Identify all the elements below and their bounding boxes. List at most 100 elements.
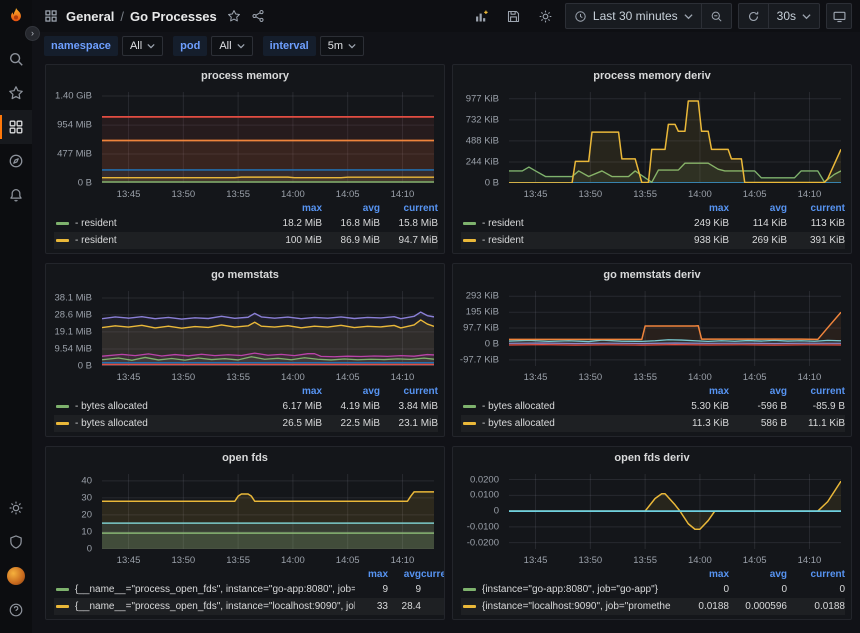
series-color-swatch: [56, 588, 69, 591]
y-axis-labels: 977 KiB732 KiB488 KiB244 KiB0 B: [459, 92, 503, 183]
y-tick-label: 0 B: [485, 338, 499, 349]
sidebar-item-explore[interactable]: [0, 144, 32, 178]
sidebar-item-starred[interactable]: [0, 76, 32, 110]
x-tick-label: 13:55: [226, 555, 250, 566]
legend-row[interactable]: - bytes allocated6.17 MiB4.19 MiB3.84 Mi…: [54, 398, 438, 415]
variable-label[interactable]: namespace: [44, 36, 118, 56]
legend-row[interactable]: - resident18.2 MiB16.8 MiB15.8 MiB: [54, 215, 438, 232]
share-icon[interactable]: [251, 9, 265, 23]
series-color-swatch: [56, 222, 69, 225]
breadcrumb-dashboard-title[interactable]: Go Processes: [130, 9, 217, 24]
legend-col-current[interactable]: current: [787, 386, 845, 397]
legend-col-current[interactable]: current: [787, 569, 845, 580]
refresh-interval-picker[interactable]: 30s: [768, 4, 819, 28]
search-icon: [8, 51, 24, 67]
panel-title[interactable]: go memstats deriv: [453, 264, 851, 285]
add-panel-button[interactable]: [469, 4, 495, 28]
breadcrumb-folder[interactable]: General: [66, 9, 114, 24]
y-tick-label: 0 B: [78, 178, 92, 189]
breadcrumb: General / Go Processes: [66, 9, 217, 24]
legend-col-max[interactable]: max: [264, 203, 322, 214]
zoom-out-time-button[interactable]: [701, 4, 731, 28]
x-tick-label: 14:00: [281, 372, 305, 383]
sidebar-item-alerting[interactable]: [0, 178, 32, 212]
series-color-swatch: [56, 239, 69, 242]
legend-row[interactable]: - bytes allocated11.3 KiB586 B11.1 KiB: [461, 415, 845, 432]
legend-row[interactable]: - resident249 KiB114 KiB113 KiB: [461, 215, 845, 232]
legend-col-avg[interactable]: avg: [729, 386, 787, 397]
legend-row[interactable]: - resident938 KiB269 KiB391 KiB: [461, 232, 845, 249]
x-tick-label: 13:50: [578, 189, 602, 200]
sidebar-item-dashboards[interactable]: [0, 110, 32, 144]
variable-value-dropdown[interactable]: 5m: [320, 36, 364, 56]
y-tick-label: -97.7 KiB: [460, 354, 499, 365]
save-dashboard-button[interactable]: [501, 4, 527, 28]
variable-label[interactable]: interval: [263, 36, 316, 56]
legend-row[interactable]: - bytes allocated5.30 KiB-596 B-85.9 B: [461, 398, 845, 415]
user-avatar[interactable]: [7, 567, 25, 585]
plot-area[interactable]: [102, 291, 434, 366]
legend-col-avg[interactable]: avg: [322, 203, 380, 214]
variable-label[interactable]: pod: [173, 36, 207, 56]
legend-col-max[interactable]: max: [671, 386, 729, 397]
plot-area[interactable]: [509, 92, 841, 183]
legend-series-label: - bytes allocated: [75, 418, 264, 429]
plot-area[interactable]: [102, 474, 434, 549]
x-tick-label: 14:10: [391, 189, 415, 200]
legend-col-max[interactable]: max: [264, 386, 322, 397]
series-line: [102, 312, 434, 319]
dashboard-settings-button[interactable]: [533, 4, 559, 28]
kiosk-mode-button[interactable]: [826, 3, 852, 29]
legend-col-current[interactable]: current: [380, 203, 438, 214]
legend-col-avg[interactable]: avg: [388, 569, 421, 580]
legend-col-current[interactable]: current: [787, 203, 845, 214]
y-tick-label: 97.7 KiB: [463, 323, 499, 334]
legend-col-max[interactable]: max: [355, 569, 388, 580]
sidebar-expand-button[interactable]: ›: [25, 26, 40, 41]
series-color-swatch: [463, 422, 476, 425]
y-tick-label: 19.1 MiB: [55, 326, 93, 337]
legend-value: 0.0188: [671, 601, 729, 612]
legend-col-avg[interactable]: avg: [729, 569, 787, 580]
plot-area[interactable]: [509, 291, 841, 366]
sidebar-item-configuration[interactable]: [0, 491, 32, 525]
legend-value: 0: [787, 584, 845, 595]
star-dashboard-icon[interactable]: [227, 9, 241, 23]
panel-title[interactable]: process memory: [46, 65, 444, 86]
time-range-picker[interactable]: Last 30 minutes: [566, 4, 701, 28]
legend-row[interactable]: {instance="localhost:9090", job="prometh…: [461, 598, 845, 615]
legend-col-current[interactable]: current: [380, 386, 438, 397]
plot-area[interactable]: [102, 92, 434, 183]
y-tick-label: 40: [81, 475, 92, 486]
legend-row[interactable]: - resident100 MiB86.9 MiB94.7 MiB: [54, 232, 438, 249]
plot-area[interactable]: [509, 474, 841, 549]
legend-col-avg[interactable]: avg: [729, 203, 787, 214]
refresh-button[interactable]: [739, 4, 768, 28]
legend-col-max[interactable]: max: [671, 203, 729, 214]
legend-row[interactable]: {__name__="process_open_fds", instance="…: [54, 598, 445, 615]
variable-value-dropdown[interactable]: All: [211, 36, 252, 56]
panel-title[interactable]: open fds: [46, 447, 444, 468]
sidebar-item-server-admin[interactable]: [0, 525, 32, 559]
legend-value: 23.1 MiB: [380, 418, 438, 429]
grafana-logo-icon[interactable]: [5, 6, 27, 28]
sidebar-item-help[interactable]: [0, 593, 32, 627]
dashboard-header: General / Go Processes: [32, 0, 860, 32]
sidebar-item-search[interactable]: [0, 42, 32, 76]
legend-col-current[interactable]: current: [421, 569, 445, 580]
y-tick-label: 28.6 MiB: [55, 309, 93, 320]
y-tick-label: 0: [494, 506, 499, 517]
legend-row[interactable]: {__name__="process_open_fds", instance="…: [54, 581, 445, 598]
legend-col-max[interactable]: max: [671, 569, 729, 580]
variable-value-dropdown[interactable]: All: [122, 36, 163, 56]
panel-title[interactable]: process memory deriv: [453, 65, 851, 86]
legend-row[interactable]: - bytes allocated26.5 MiB22.5 MiB23.1 Mi…: [54, 415, 438, 432]
star-icon: [8, 85, 24, 101]
panel-title[interactable]: go memstats: [46, 264, 444, 285]
legend-col-avg[interactable]: avg: [322, 386, 380, 397]
legend-header: maxavgcurrent: [461, 201, 845, 215]
legend-value: 15.8 MiB: [380, 218, 438, 229]
panel-title[interactable]: open fds deriv: [453, 447, 851, 468]
legend: maxavgcurrent- resident249 KiB114 KiB113…: [453, 200, 851, 253]
legend-row[interactable]: {instance="go-app:8080", job="go-app"}00…: [461, 581, 845, 598]
